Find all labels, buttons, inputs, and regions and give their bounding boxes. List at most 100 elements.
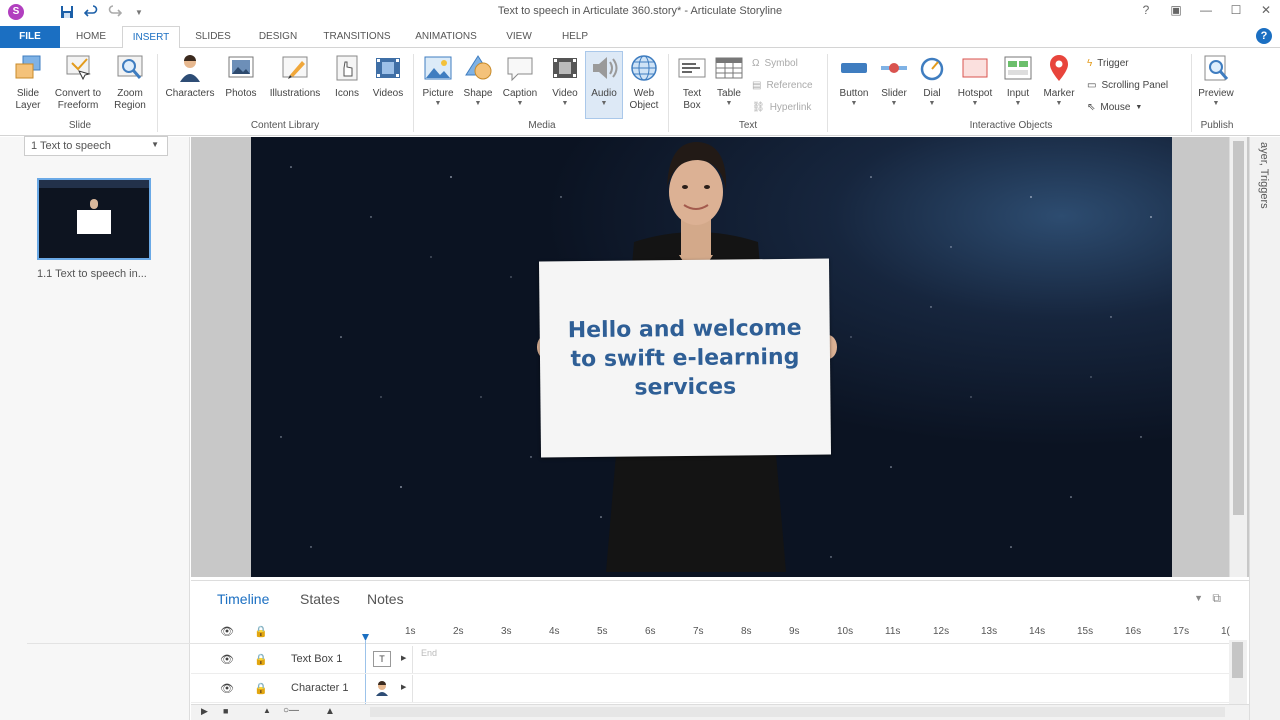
shape-button[interactable]: Shape ▼ bbox=[458, 52, 498, 108]
tab-help[interactable]: HELP bbox=[550, 26, 600, 48]
expand-arrow-icon[interactable]: ▶ bbox=[401, 654, 406, 662]
expand-arrow-icon[interactable]: ▶ bbox=[401, 683, 406, 691]
reference-button[interactable]: ▤ Reference bbox=[752, 76, 813, 94]
globe-icon bbox=[628, 52, 660, 84]
help-window-icon[interactable]: ? bbox=[1138, 2, 1154, 18]
tab-design[interactable]: DESIGN bbox=[246, 26, 310, 48]
symbol-icon: Ω bbox=[752, 57, 760, 69]
float-panel-icon[interactable]: ⧉ bbox=[1212, 591, 1221, 606]
icons-button[interactable]: Icons bbox=[328, 52, 366, 100]
tab-home[interactable]: HOME bbox=[64, 26, 118, 48]
text-box-button[interactable]: Text Box bbox=[672, 52, 712, 112]
picture-dropdown-icon: ▼ bbox=[434, 100, 442, 107]
photos-button[interactable]: Photos bbox=[220, 52, 262, 100]
tab-transitions[interactable]: TRANSITIONS bbox=[314, 26, 400, 48]
trigger-button[interactable]: ϟ Trigger bbox=[1087, 54, 1129, 72]
marker-button[interactable]: Marker ▼ bbox=[1039, 52, 1079, 108]
restore-ribbon-icon[interactable]: ▣ bbox=[1168, 2, 1184, 18]
eye-icon[interactable]: 👁 bbox=[220, 625, 234, 638]
ruler-tick-label: 14s bbox=[1029, 626, 1046, 637]
slider-button[interactable]: Slider ▼ bbox=[875, 52, 913, 108]
input-dropdown-icon: ▼ bbox=[1014, 100, 1022, 107]
scene-select[interactable]: 1 Text to speech ▼ bbox=[24, 136, 168, 156]
picture-button[interactable]: Picture ▼ bbox=[418, 52, 458, 108]
hotspot-button[interactable]: Hotspot ▼ bbox=[953, 52, 997, 108]
tab-slides[interactable]: SLIDES bbox=[184, 26, 242, 48]
stop-icon[interactable]: ■ bbox=[223, 706, 228, 716]
minimize-icon[interactable]: — bbox=[1198, 2, 1214, 18]
input-icon bbox=[1002, 52, 1034, 84]
audio-button[interactable]: Audio ▼ bbox=[585, 51, 623, 119]
play-icon[interactable]: ▶ bbox=[201, 706, 208, 717]
tab-view[interactable]: VIEW bbox=[492, 26, 546, 48]
button-button[interactable]: Button ▼ bbox=[833, 52, 875, 108]
speaker-icon bbox=[588, 52, 620, 84]
zoom-in-icon[interactable]: ▲ bbox=[325, 706, 335, 717]
input-label: Input bbox=[1006, 88, 1030, 99]
eye-icon[interactable]: 👁 bbox=[220, 653, 234, 666]
lock-icon[interactable]: 🔒 bbox=[254, 653, 268, 666]
table-dropdown-icon: ▼ bbox=[725, 100, 733, 107]
triggers-panel-tab[interactable]: ayer, Triggers bbox=[1258, 142, 1270, 209]
text-box-icon bbox=[676, 52, 708, 84]
illustrations-button[interactable]: Illustrations bbox=[262, 52, 328, 100]
collapse-icon[interactable]: ▼ bbox=[1194, 593, 1203, 603]
timeline-bar-area[interactable] bbox=[412, 675, 1228, 702]
lock-icon[interactable]: 🔒 bbox=[254, 625, 268, 638]
timeline-scroll-thumb[interactable] bbox=[1232, 642, 1243, 678]
ruler-tick-label: 9s bbox=[789, 626, 800, 637]
convert-freeform-label: Convert to Freeform bbox=[54, 88, 102, 111]
tab-insert[interactable]: INSERT bbox=[122, 26, 180, 49]
canvas-scroll-thumb[interactable] bbox=[1233, 141, 1244, 515]
close-icon[interactable]: ✕ bbox=[1258, 2, 1274, 18]
timeline-row-name: Character 1 bbox=[291, 682, 349, 694]
zoom-region-button[interactable]: Zoom Region bbox=[108, 52, 152, 112]
help-icon[interactable]: ? bbox=[1256, 28, 1272, 44]
lock-icon[interactable]: 🔒 bbox=[254, 682, 268, 695]
character-object-icon bbox=[373, 680, 391, 696]
group-label-interactive-objects: Interactive Objects bbox=[969, 120, 1053, 131]
videos-button[interactable]: Videos bbox=[366, 52, 410, 100]
timeline-header bbox=[27, 620, 1247, 644]
eye-icon[interactable]: 👁 bbox=[220, 682, 234, 695]
marker-icon bbox=[1043, 52, 1075, 84]
video-button[interactable]: Video ▼ bbox=[546, 52, 584, 108]
slider-dropdown-icon: ▼ bbox=[890, 100, 898, 107]
tab-animations[interactable]: ANIMATIONS bbox=[404, 26, 488, 48]
mouse-dropdown-icon: ▼ bbox=[1135, 103, 1143, 111]
board-text-line-3: services bbox=[634, 373, 737, 401]
timeline-vertical-scrollbar[interactable] bbox=[1229, 640, 1247, 704]
ruler-tick-label: 7s bbox=[693, 626, 704, 637]
message-board[interactable]: Hello and welcome to swift e-learning se… bbox=[538, 258, 832, 458]
dial-button[interactable]: Dial ▼ bbox=[913, 52, 951, 108]
preview-button[interactable]: Preview ▼ bbox=[1194, 52, 1238, 108]
table-button[interactable]: Table ▼ bbox=[710, 52, 748, 108]
group-separator bbox=[157, 54, 158, 132]
slide-thumbnail[interactable] bbox=[37, 178, 151, 260]
zoom-out-icon[interactable]: ▲ bbox=[263, 706, 271, 715]
marker-label: Marker bbox=[1043, 88, 1075, 99]
tab-states[interactable]: States bbox=[300, 591, 340, 607]
input-button[interactable]: Input ▼ bbox=[999, 52, 1037, 108]
slide-layer-button[interactable]: Slide Layer bbox=[6, 52, 50, 112]
web-object-button[interactable]: Web Object bbox=[623, 52, 665, 112]
characters-button[interactable]: Characters bbox=[160, 52, 220, 100]
timeline-bar-area[interactable]: End bbox=[412, 646, 1228, 673]
maximize-icon[interactable]: ☐ bbox=[1228, 2, 1244, 18]
tab-notes[interactable]: Notes bbox=[367, 591, 404, 607]
zoom-slider[interactable]: ○— bbox=[283, 705, 299, 716]
caption-button[interactable]: Caption ▼ bbox=[498, 52, 542, 108]
tab-timeline[interactable]: Timeline bbox=[217, 591, 269, 607]
tab-file[interactable]: FILE bbox=[0, 26, 60, 48]
preview-dropdown-icon: ▼ bbox=[1212, 100, 1220, 107]
ruler-tick-label: 3s bbox=[501, 626, 512, 637]
convert-to-freeform-button[interactable]: Convert to Freeform bbox=[50, 52, 106, 112]
symbol-button[interactable]: Ω Symbol bbox=[752, 54, 798, 72]
timeline-horizontal-scrollbar[interactable] bbox=[370, 707, 1225, 717]
slide-stage[interactable]: Hello and welcome to swift e-learning se… bbox=[251, 137, 1172, 577]
mouse-button[interactable]: ⇖ Mouse ▼ bbox=[1087, 98, 1142, 116]
button-dropdown-icon: ▼ bbox=[850, 100, 858, 107]
scrolling-panel-button[interactable]: ▭ Scrolling Panel bbox=[1087, 76, 1168, 94]
canvas-vertical-scrollbar[interactable] bbox=[1229, 137, 1247, 577]
hyperlink-button[interactable]: ⛓ Hyperlink bbox=[752, 98, 811, 116]
